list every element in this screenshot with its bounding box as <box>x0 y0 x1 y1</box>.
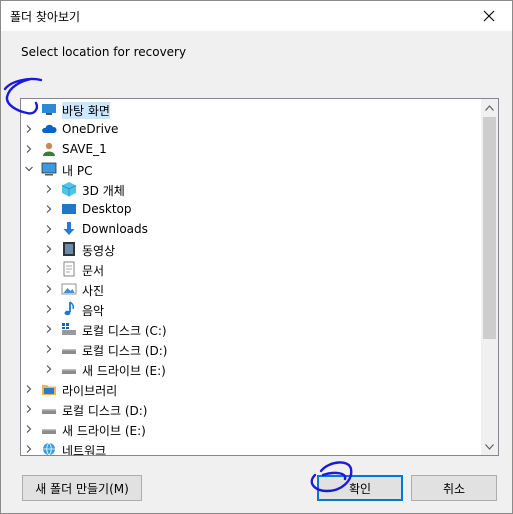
drive-icon <box>62 369 76 374</box>
tree-item-label: 내 PC <box>62 164 93 178</box>
tree-item[interactable]: 사진 <box>21 279 481 299</box>
system-drive-icon <box>62 323 76 335</box>
tree-item[interactable]: Desktop <box>21 199 481 219</box>
tree-item-label: 바탕 화면 <box>62 102 110 119</box>
tree-item[interactable]: 네트워크 <box>21 439 481 456</box>
tree-item-label: 3D 개체 <box>82 184 125 198</box>
chevron-down-icon <box>485 443 494 450</box>
chevron-right-icon[interactable] <box>43 323 55 335</box>
dialog-title: 폴더 찾아보기 <box>10 10 81 24</box>
tree-item-label: 문서 <box>82 264 105 278</box>
tree-item-label: 로컬 디스크 (C:) <box>82 324 167 338</box>
tree-item-label: 사진 <box>82 284 105 298</box>
cloud-icon <box>42 124 57 133</box>
tree-item[interactable]: 새 드라이브 (E:) <box>21 359 481 379</box>
chevron-right-icon[interactable] <box>23 443 35 455</box>
tree-item[interactable]: 새 드라이브 (E:) <box>21 419 481 439</box>
tree-item-label: 로컬 디스크 (D:) <box>82 344 168 358</box>
chevron-right-icon[interactable] <box>43 303 55 315</box>
title-bar: 폴더 찾아보기 <box>1 1 512 31</box>
tree-item[interactable]: 바탕 화면 <box>21 99 481 119</box>
folder-tree[interactable]: 바탕 화면 OneDrive SAVE_1 내 PC 3D 개체 Desktop Downl… <box>20 98 499 456</box>
tree-item-label: 동영상 <box>82 244 116 258</box>
tree-item[interactable]: 동영상 <box>21 239 481 259</box>
tree-item-label: 음악 <box>82 304 105 318</box>
dialog-description: Select location for recovery <box>21 45 187 59</box>
drive-icon <box>42 429 56 434</box>
desktop-folder-icon <box>62 204 76 214</box>
tree-item[interactable]: 음악 <box>21 299 481 319</box>
ok-button[interactable]: 확인 <box>317 475 403 501</box>
chevron-right-icon[interactable] <box>23 143 35 155</box>
tree-item[interactable]: SAVE_1 <box>21 139 481 159</box>
scrollbar-thumb[interactable] <box>483 117 496 339</box>
scroll-up-button[interactable] <box>481 99 498 116</box>
chevron-right-icon[interactable] <box>43 343 55 355</box>
tree-item[interactable]: OneDrive <box>21 119 481 139</box>
tree-item-label: 새 드라이브 (E:) <box>82 364 166 378</box>
tree-item[interactable]: 내 PC <box>21 159 481 179</box>
tree-item-label: SAVE_1 <box>62 142 107 156</box>
library-icon <box>42 385 56 395</box>
desktop-icon <box>42 104 56 115</box>
tree-item-label: 네트워크 <box>62 444 107 456</box>
chevron-right-icon[interactable] <box>43 243 55 255</box>
video-icon <box>63 242 75 256</box>
close-button[interactable] <box>466 1 512 31</box>
tree-item-label: Desktop <box>82 202 132 216</box>
document-icon <box>63 261 75 277</box>
chevron-right-icon[interactable] <box>23 123 35 135</box>
chevron-right-icon[interactable] <box>43 183 55 195</box>
tree-item-label: 로컬 디스크 (D:) <box>62 404 148 418</box>
tree-item[interactable]: 로컬 디스크 (D:) <box>21 339 481 359</box>
tree-item[interactable]: 로컬 디스크 (D:) <box>21 399 481 419</box>
tree-item-label: OneDrive <box>62 122 119 136</box>
computer-icon <box>41 162 57 176</box>
tree-item[interactable]: Downloads <box>21 219 481 239</box>
user-icon <box>43 142 55 156</box>
chevron-right-icon[interactable] <box>43 223 55 235</box>
tree-item-label: Downloads <box>82 222 148 236</box>
cube-icon <box>61 182 77 197</box>
close-icon <box>483 10 495 22</box>
chevron-right-icon[interactable] <box>23 383 35 395</box>
chevron-right-icon[interactable] <box>43 203 55 215</box>
drive-icon <box>62 349 76 354</box>
tree-item-label: 새 드라이브 (E:) <box>62 424 146 438</box>
tree-item[interactable]: 로컬 디스크 (C:) <box>21 319 481 339</box>
chevron-right-icon[interactable] <box>43 283 55 295</box>
chevron-right-icon[interactable] <box>43 263 55 275</box>
picture-icon <box>61 283 77 295</box>
chevron-down-icon[interactable] <box>23 163 35 175</box>
music-icon <box>64 301 75 316</box>
chevron-right-icon[interactable] <box>43 363 55 375</box>
new-folder-button[interactable]: 새 폴더 만들기(M) <box>22 475 142 501</box>
browse-folder-dialog: 폴더 찾아보기 Select location for recovery 바탕 … <box>0 0 513 514</box>
chevron-right-icon[interactable] <box>23 423 35 435</box>
tree-item[interactable]: 문서 <box>21 259 481 279</box>
tree-item-label: 라이브러리 <box>62 384 118 398</box>
cancel-button[interactable]: 취소 <box>411 475 497 501</box>
tree-item[interactable]: 라이브러리 <box>21 379 481 399</box>
chevron-right-icon[interactable] <box>23 403 35 415</box>
tree-item[interactable]: 3D 개체 <box>21 179 481 199</box>
download-icon <box>63 222 75 235</box>
chevron-up-icon <box>485 104 494 111</box>
drive-icon <box>42 409 56 414</box>
scroll-down-button[interactable] <box>481 438 498 455</box>
vertical-scrollbar[interactable] <box>481 99 498 455</box>
network-icon <box>43 442 55 455</box>
